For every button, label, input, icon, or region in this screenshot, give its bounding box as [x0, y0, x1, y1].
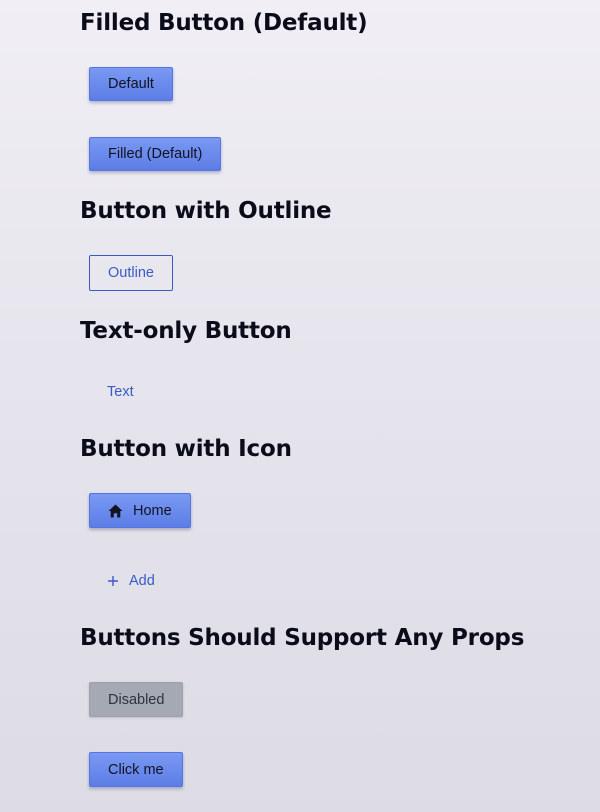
add-button-label: Add	[129, 573, 155, 589]
heading-props-buttons: Buttons Should Support Any Props	[80, 625, 525, 651]
add-button[interactable]: Add	[89, 564, 173, 598]
home-button[interactable]: Home	[89, 493, 191, 528]
heading-icon-button: Button with Icon	[80, 436, 292, 462]
home-icon	[108, 504, 123, 518]
heading-outline-button: Button with Outline	[80, 198, 332, 224]
default-button[interactable]: Default	[89, 67, 173, 101]
heading-filled-button: Filled Button (Default)	[80, 10, 368, 36]
text-button[interactable]: Text	[89, 375, 152, 409]
plus-icon	[107, 575, 119, 587]
outline-button[interactable]: Outline	[89, 255, 173, 291]
heading-text-only-button: Text-only Button	[80, 318, 292, 344]
filled-default-button[interactable]: Filled (Default)	[89, 137, 222, 171]
click-me-button[interactable]: Click me	[89, 752, 183, 787]
disabled-button: Disabled	[89, 682, 184, 717]
home-button-label: Home	[133, 502, 172, 519]
